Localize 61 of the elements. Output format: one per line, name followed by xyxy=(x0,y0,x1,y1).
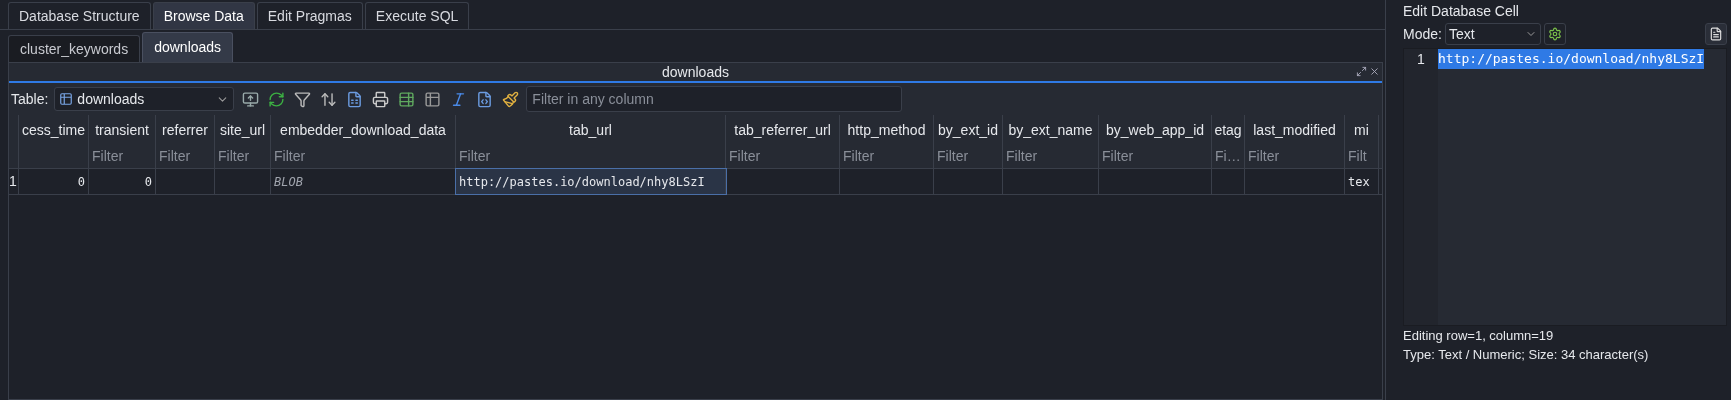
column-header[interactable]: by_ext_id xyxy=(938,119,998,141)
editor-text[interactable]: http://pastes.io/download/nhy8LSzI xyxy=(1438,49,1705,69)
status-text: Type: Text / Numeric; Size: 34 character(s) xyxy=(1403,346,1650,364)
line-number: 1 xyxy=(1417,49,1425,69)
filter-field[interactable]: Filter xyxy=(729,146,761,167)
filter-field[interactable]: Filter xyxy=(937,146,969,167)
filter-field[interactable]: Filter xyxy=(159,146,191,167)
refresh-icon[interactable] xyxy=(266,89,287,109)
table-cell[interactable]: tex xyxy=(1345,169,1379,194)
gear-button[interactable] xyxy=(1543,23,1566,45)
filter-field[interactable]: Filter xyxy=(459,146,491,167)
table-tab[interactable]: cluster_keywords xyxy=(8,35,141,62)
main-tab[interactable]: Execute SQL xyxy=(364,2,470,29)
print-icon[interactable] xyxy=(370,89,391,109)
filter-field[interactable]: Filter xyxy=(1248,146,1280,167)
column-header[interactable]: etag xyxy=(1214,119,1242,141)
row-number: 1 xyxy=(9,172,17,191)
filter-field[interactable]: Filter in any column xyxy=(526,86,903,112)
status-text: Editing row=1, column=19 xyxy=(1403,327,1555,345)
column-header[interactable]: http_method xyxy=(847,119,926,141)
table-cell[interactable]: 0 xyxy=(89,169,156,194)
filter-field[interactable]: Filt xyxy=(1348,146,1367,167)
column-header[interactable]: embedder_download_data xyxy=(280,119,446,141)
column-header[interactable]: cess_time xyxy=(22,119,85,141)
mode-dropdown[interactable]: Text xyxy=(1444,23,1541,45)
table-icon[interactable] xyxy=(422,89,443,109)
column-header[interactable]: referrer xyxy=(162,119,208,141)
filter-field[interactable]: Filter xyxy=(92,146,124,167)
table-tab[interactable]: downloads xyxy=(142,32,234,62)
filter-field[interactable]: Fi… xyxy=(1215,146,1241,167)
filter-field[interactable]: Filter xyxy=(1006,146,1038,167)
float-icon[interactable] xyxy=(1356,66,1367,77)
main-tab[interactable]: Browse Data xyxy=(152,2,255,29)
gear-icon xyxy=(1547,27,1562,41)
table-label: Table: xyxy=(11,89,49,109)
column-header[interactable]: by_web_app_id xyxy=(1105,119,1205,141)
main-tab[interactable]: Database Structure xyxy=(8,2,151,29)
filter-field[interactable]: Filter xyxy=(274,146,306,167)
filter-icon[interactable] xyxy=(292,89,313,109)
panel-title: Edit Database Cell xyxy=(1403,1,1520,21)
table-dropdown[interactable]: downloads xyxy=(54,87,235,111)
filter-field[interactable]: Filter xyxy=(843,146,875,167)
filter-field[interactable]: Filter xyxy=(218,146,250,167)
column-header[interactable]: tab_referrer_url xyxy=(734,119,831,141)
brush-icon[interactable] xyxy=(500,89,521,109)
table-cell[interactable]: http://pastes.io/download/nhy8LSzI xyxy=(456,169,726,194)
document-icon xyxy=(1709,27,1723,41)
dock-title: downloads xyxy=(662,62,729,82)
close-icon[interactable] xyxy=(1369,66,1380,77)
main-tab[interactable]: Edit Pragmas xyxy=(256,2,363,29)
mode-label: Mode: xyxy=(1403,24,1442,44)
column-header[interactable]: mi xyxy=(1354,119,1369,141)
column-header[interactable]: tab_url xyxy=(569,119,612,141)
column-header[interactable]: last_modified xyxy=(1253,119,1336,141)
column-header[interactable]: by_ext_name xyxy=(1008,119,1093,141)
column-header[interactable]: transient xyxy=(95,119,149,141)
document-button[interactable] xyxy=(1705,23,1727,45)
table-cell[interactable]: 0 xyxy=(19,169,89,194)
filter-field[interactable]: Filter xyxy=(1102,146,1134,167)
column-header[interactable]: site_url xyxy=(219,119,266,141)
table-icon xyxy=(59,92,74,106)
